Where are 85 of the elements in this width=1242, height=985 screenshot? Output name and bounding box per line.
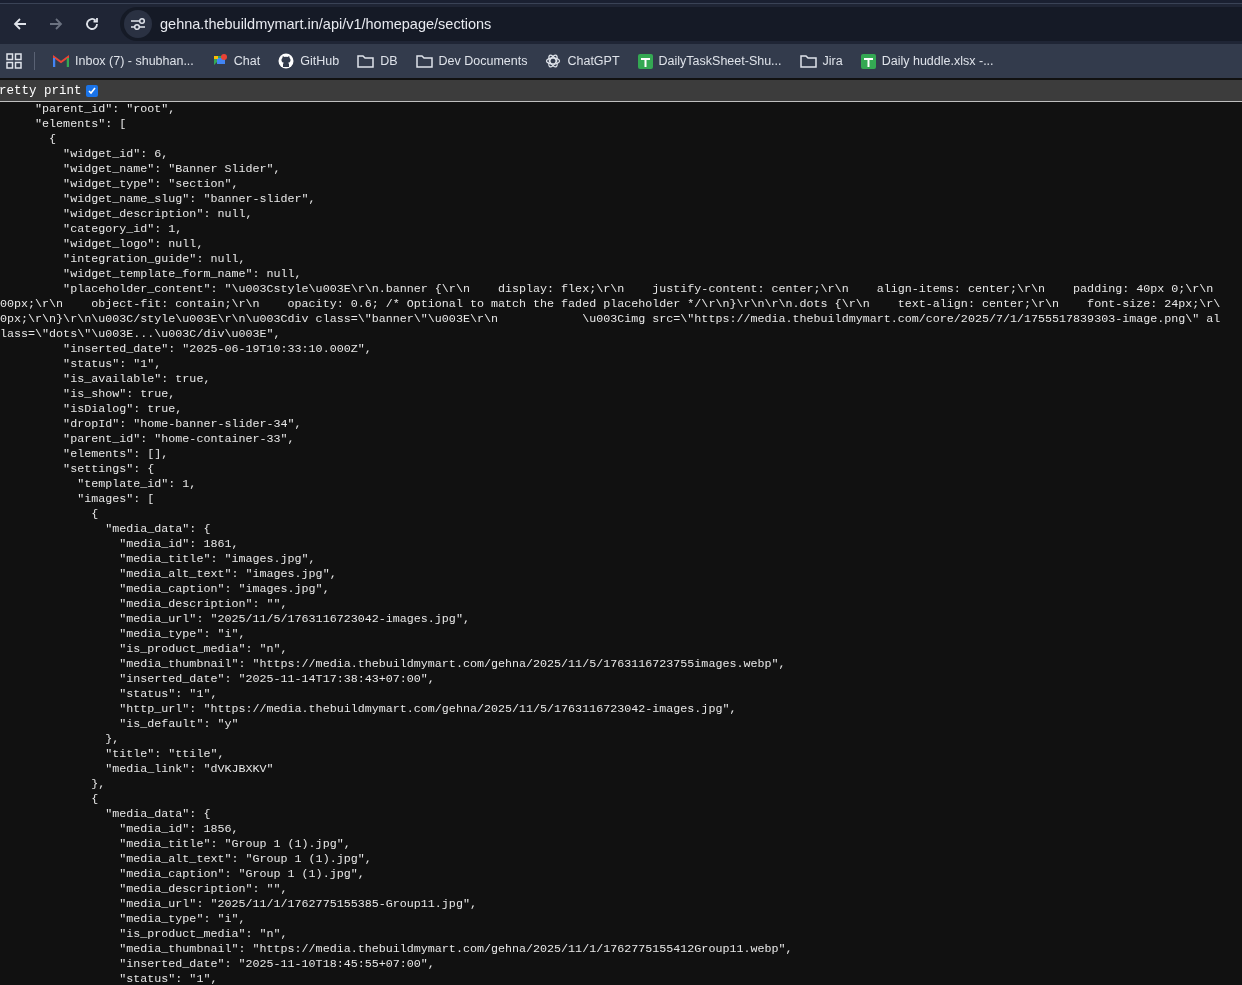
json-line: lass=\"dots\"\u003E...\u003C/div\u003E", [0,327,281,342]
json-line: "widget_type": "section", [62,177,239,192]
json-line: "media_title": "Group 1 (1).jpg", [118,837,351,852]
json-line: "media_data": { [104,807,211,822]
json-line: "parent_id": "home-container-33", [62,432,295,447]
json-line: "http_url": "https://media.thebuildmymart.com/gehna/2025/11/5/1763116723042-images.jpg", [118,702,737,717]
json-line: "media_id": 1856, [118,822,239,837]
pretty-print-label: retty print [0,83,82,98]
json-line: "media_alt_text": "images.jpg", [118,567,337,582]
mail-icon [53,55,69,67]
bookmark[interactable]: Inbox (7) - shubhan... [47,50,200,72]
knot-icon [545,53,562,69]
json-line: { [90,792,99,807]
folder-icon [357,54,375,68]
json-line: "is_product_media": "n", [118,927,288,942]
json-line: "template_id": 1, [76,477,197,492]
bookmark[interactable]: GitHub [272,49,346,73]
site-info-icon[interactable] [124,10,152,38]
address-bar[interactable]: gehna.thebuildmymart.in/api/v1/homepage/sections [120,7,1242,41]
json-line: "media_id": 1861, [118,537,239,552]
json-line: "title": "ttile", [104,747,225,762]
json-line: "is_product_media": "n", [118,642,288,657]
json-line: "elements": [], [62,447,169,462]
json-line: "elements": [ [34,117,127,132]
json-line: "media_alt_text": "Group 1 (1).jpg", [118,852,372,867]
json-line: "placeholder_content": "\u003Cstyle\u003E\r\n.banner {\r\n display: flex;\r\n justify-content: center;\r\n align-items: center;\r\n padding: 40px 0;\r\n [62,282,1214,297]
json-line: "media_description": "", [118,882,288,897]
json-line: "widget_template_form_name": null, [62,267,302,282]
bookmark[interactable]: DB [351,50,404,72]
json-line: "media_link": "dVKJBXKV" [104,762,274,777]
json-line: "widget_logo": null, [62,237,204,252]
json-line: "media_caption": "images.jpg", [118,582,330,597]
json-line: "media_description": "", [118,597,288,612]
json-line: "inserted_date": "2025-06-19T10:33:10.000Z", [62,342,372,357]
json-line: "media_url": "2025/11/1/1762775155385-Group11.jpg", [118,897,477,912]
folder-icon [415,54,433,68]
pretty-print-checkbox[interactable] [85,84,98,97]
json-line: }, [90,777,106,792]
json-line: "is_show": true, [62,387,176,402]
json-line: "parent_id": "root", [34,102,176,117]
json-line: "inserted_date": "2025-11-14T17:38:43+07:00", [118,672,435,687]
json-line: { [48,132,57,147]
json-line: 00px;\r\n object-fit: contain;\r\n opacity: 0.6; /* Optional to match the faded placeholder */\r\n}\r\n\r\n.dots {\r\n text-align: center;\r\n font-size: 24px;\r\ [0,297,1221,312]
json-line: "media_data": { [104,522,211,537]
json-line: "is_available": true, [62,372,211,387]
json-line: "media_url": "2025/11/5/1763116723042-images.jpg", [118,612,470,627]
json-line: "widget_description": null, [62,207,253,222]
bookmark[interactable]: Dev Documents [409,50,534,72]
octocat-icon [278,53,295,69]
json-line: "integration_guide": null, [62,252,246,267]
json-line: "media_type": "i", [118,627,246,642]
spreadsheet-icon [860,53,876,69]
bookmark[interactable]: DailyTaskSheet-Shu... [631,49,788,73]
json-line: "settings": { [62,462,155,477]
forward-icon [48,16,64,32]
json-line: "category_id": 1, [62,222,183,237]
reload-icon [84,16,100,32]
spreadsheet-icon [637,53,653,69]
json-line: "status": "1", [118,972,218,985]
json-line: "images": [ [76,492,155,507]
json-line: 0px;\r\n}\r\n\u003C/style\u003E\r\n\u003Cdiv class=\"banner\"\u003E\r\n \u003Cimg src=\"https://media.thebuildmymart.com/core/2025/7/1/1755517839303-image.png\" al [0,312,1221,327]
bookmark[interactable]: Daily huddle.xlsx -... [854,49,1000,73]
bookmark[interactable]: ChatGPT [539,49,626,73]
json-line: "media_type": "i", [118,912,246,927]
bookmark[interactable]: Jira [793,50,849,72]
json-line: "isDialog": true, [62,402,183,417]
json-line: "widget_id": 6, [62,147,169,162]
json-line: "media_caption": "Group 1 (1).jpg", [118,867,365,882]
json-line: { [90,507,99,522]
json-line: "widget_name_slug": "banner-slider", [62,192,316,207]
folder-icon [799,54,817,68]
apps-icon[interactable] [6,53,22,69]
json-line: "media_thumbnail": "https://media.thebuildmymart.com/gehna/2025/11/1/1762775155412Group11.webp", [118,942,793,957]
json-line: "status": "1", [62,357,162,372]
json-line: }, [104,732,120,747]
json-line: "status": "1", [118,687,218,702]
url-text: gehna.thebuildmymart.in/api/v1/homepage/sections [160,16,492,32]
json-line: "media_thumbnail": "https://media.thebuildmymart.com/gehna/2025/11/5/1763116723755images.webp", [118,657,786,672]
json-line: "media_title": "images.jpg", [118,552,316,567]
back-icon [12,16,28,32]
json-line: "dropId": "home-banner-slider-34", [62,417,302,432]
json-line: "widget_name": "Banner Slider", [62,162,281,177]
json-line: "is_default": "y" [118,717,239,732]
json-line: "inserted_date": "2025-11-10T18:45:55+07:00", [118,957,435,972]
bookmark[interactable]: Chat [205,49,267,73]
